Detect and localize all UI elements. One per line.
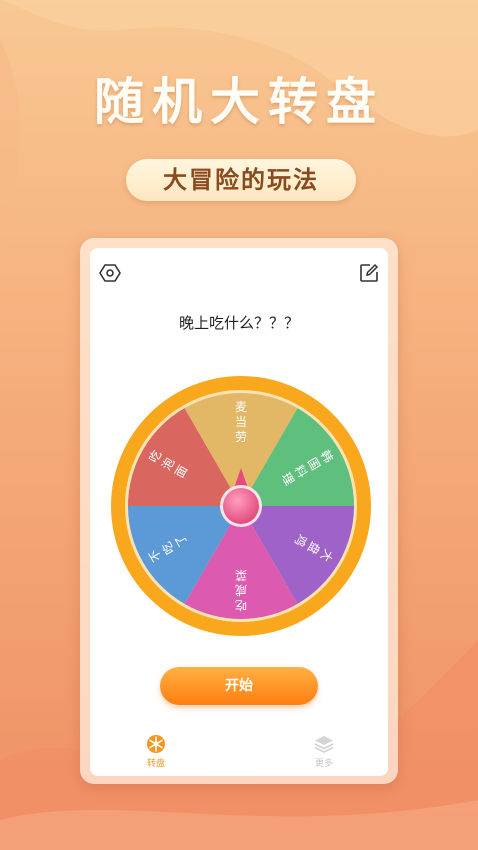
page-subtitle-badge: 大冒险的玩法: [126, 159, 356, 201]
spin-wheel[interactable]: 麦当劳韩国料理大盘鸡吃咸菜不吃了吃泡面: [110, 375, 372, 637]
wheel-slice-char: 咸: [235, 583, 247, 597]
wheel-slice-char: 劳: [235, 430, 247, 444]
pencil-edit-icon[interactable]: [358, 262, 380, 284]
wheel-slice-char: 吃: [235, 598, 247, 612]
wheel-icon: [147, 735, 165, 753]
tab-wheel-label: 转盘: [146, 759, 165, 769]
wheel-slice-label: 吃咸菜: [235, 568, 247, 612]
tab-more[interactable]: 更多: [299, 734, 349, 769]
layers-icon: [314, 736, 334, 754]
hexagon-settings-icon[interactable]: [99, 262, 121, 284]
page-title: 随机大转盘: [94, 72, 384, 131]
tab-wheel[interactable]: 转盘: [131, 734, 181, 769]
wheel-slice-char: 菜: [235, 568, 247, 582]
wheel-slice-char: 当: [235, 415, 247, 429]
wheel-question: 晚上吃什么？？？: [178, 314, 299, 332]
wheel-slice-label: 麦当劳: [235, 400, 247, 444]
tab-more-label: 更多: [314, 759, 333, 769]
wheel-slice-char: 麦: [235, 400, 247, 414]
start-button[interactable]: 开始: [160, 667, 318, 705]
